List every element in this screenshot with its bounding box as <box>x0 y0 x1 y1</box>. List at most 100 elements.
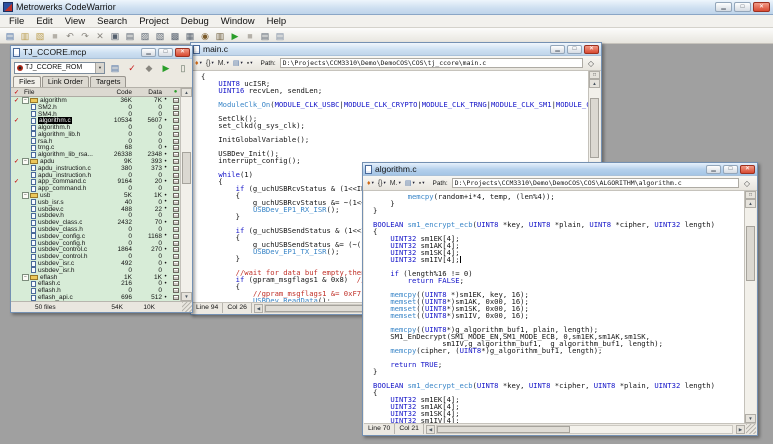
marker-diamond-icon[interactable]: ◇ <box>741 179 753 188</box>
scroll-up-button[interactable]: ▲ <box>181 88 192 97</box>
compile-icon[interactable]: ▨ <box>139 30 151 42</box>
minimize-button[interactable]: ▁ <box>715 2 732 12</box>
markers-menu[interactable]: M.▾ <box>390 180 401 187</box>
scrollbar-thumb[interactable] <box>182 152 191 184</box>
editor-window-titlebar[interactable]: algorithm.c ▁□✕ <box>363 163 757 176</box>
menu-search[interactable]: Search <box>91 16 133 27</box>
project-icon[interactable]: ▥ <box>214 30 226 42</box>
save-icon[interactable]: ■ <box>49 30 61 42</box>
scroll-down-button[interactable]: ▼ <box>181 292 192 301</box>
close-button[interactable]: ✕ <box>753 2 770 12</box>
resize-grip[interactable] <box>182 302 192 312</box>
copy-icon[interactable]: ▣ <box>109 30 121 42</box>
tab-files[interactable]: Files <box>13 76 41 87</box>
make-icon[interactable]: ◆ <box>143 62 155 74</box>
line-indicator[interactable]: Line 94 <box>192 303 223 313</box>
close-button[interactable]: ✕ <box>584 45 599 54</box>
scroll-left-button[interactable]: ◀ <box>426 425 435 434</box>
checkmark-icon: ✓ <box>11 158 22 165</box>
maximize-button[interactable]: □ <box>734 2 751 12</box>
undo-icon[interactable]: ↶ <box>64 30 76 42</box>
chevron-down-icon: ▾ <box>412 180 414 186</box>
target-dropdown[interactable]: TJ_CCORE_ROM ▼ <box>14 62 105 74</box>
debug-chip-icon[interactable]: ▯ <box>177 62 189 74</box>
menu-edit[interactable]: Edit <box>30 16 58 27</box>
close-button[interactable]: ✕ <box>740 165 755 174</box>
menu-help[interactable]: Help <box>261 16 293 27</box>
tab-targets[interactable]: Targets <box>90 76 127 87</box>
app-titlebar[interactable]: Metrowerks CodeWarrior ▁□✕ <box>0 0 773 15</box>
menu-project[interactable]: Project <box>133 16 175 27</box>
sync-target-icon[interactable]: ▤ <box>109 62 121 74</box>
minimize-button[interactable]: ▁ <box>141 48 156 57</box>
vertical-scrollbar[interactable]: ▲ ▼ <box>180 88 192 301</box>
tab-link-order[interactable]: Link Order <box>42 76 89 87</box>
menu-view[interactable]: View <box>59 16 91 27</box>
open-file-icon[interactable]: ▥ <box>19 30 31 42</box>
check-syntax-icon[interactable]: ✓ <box>126 62 138 74</box>
scrollbar-thumb[interactable] <box>590 98 599 158</box>
new-file-icon[interactable]: ▤ <box>4 30 16 42</box>
redo-icon[interactable]: ↷ <box>79 30 91 42</box>
project-window-titlebar[interactable]: TJ_CCORE.mcp ▁□✕ <box>11 46 192 59</box>
touch-dot-icon: • <box>162 247 169 253</box>
scroll-left-button[interactable]: ◀ <box>254 304 263 313</box>
run-icon[interactable]: ▶ <box>160 62 172 74</box>
table-row[interactable]: eflash_api.c696512• <box>11 294 182 301</box>
marker-diamond-icon[interactable]: ◇ <box>585 59 597 68</box>
vertical-scrollbar[interactable]: □ ▲ ▼ <box>744 191 756 423</box>
run-icon[interactable]: ▶ <box>229 30 241 42</box>
minimize-button[interactable]: ▁ <box>706 165 721 174</box>
make-icon[interactable]: ▩ <box>169 30 181 42</box>
menu-file[interactable]: File <box>3 16 30 27</box>
split-pane-button[interactable]: □ <box>745 191 756 199</box>
horizontal-scrollbar[interactable] <box>436 425 733 434</box>
functions-menu[interactable]: ♦▾ <box>195 60 202 67</box>
split-pane-button[interactable]: □ <box>589 71 600 79</box>
stop-icon[interactable]: ■ <box>244 30 256 42</box>
file-menu[interactable]: ▤▾ <box>405 179 415 187</box>
braces-menu[interactable]: {}▾ <box>378 180 386 187</box>
touch-dot-icon: • <box>162 165 169 171</box>
braces-menu[interactable]: {}▾ <box>206 60 214 67</box>
scroll-up-button[interactable]: ▲ <box>589 79 600 88</box>
check-syntax-icon[interactable]: ▧ <box>154 30 166 42</box>
scroll-up-button[interactable]: ▲ <box>745 199 756 208</box>
debug-window-icon[interactable]: ▦ <box>184 30 196 42</box>
menu-debug[interactable]: Debug <box>175 16 215 27</box>
version-menu[interactable]: ▪▾ <box>247 60 253 67</box>
maximize-button[interactable]: □ <box>158 48 173 57</box>
header-data[interactable]: Data <box>132 89 162 96</box>
menu-window[interactable]: Window <box>215 16 261 27</box>
scrollbar-thumb[interactable] <box>437 426 570 433</box>
paste-icon[interactable]: ▤ <box>124 30 136 42</box>
source-file-icon[interactable]: ▤ <box>259 30 271 42</box>
minimize-button[interactable]: ▁ <box>550 45 565 54</box>
scrollbar-track[interactable] <box>181 97 192 292</box>
resize-grip[interactable] <box>746 424 756 434</box>
settings-icon[interactable]: ◉ <box>199 30 211 42</box>
chevron-down-icon[interactable]: ▼ <box>95 63 104 73</box>
header-file-icon[interactable]: ▤ <box>274 30 286 42</box>
scroll-down-button[interactable]: ▼ <box>745 414 756 423</box>
header-file[interactable]: File <box>22 89 98 96</box>
line-indicator[interactable]: Line 70 <box>364 424 395 434</box>
maximize-button[interactable]: □ <box>567 45 582 54</box>
header-check-icon[interactable]: ✓ <box>11 89 22 96</box>
code-line: InitGlobalVariable(); <box>201 136 600 143</box>
file-table-header: ✓ File Code Data ● <box>11 88 182 97</box>
editor-window-titlebar[interactable]: main.c ▁□✕ <box>191 43 601 56</box>
scrollbar-track[interactable] <box>745 208 756 414</box>
scroll-right-button[interactable]: ▶ <box>736 425 745 434</box>
functions-menu[interactable]: ♦▾ <box>367 180 374 187</box>
markers-menu[interactable]: M.▾ <box>218 60 229 67</box>
code-area[interactable]: memcpy(random+i*4, temp, (len%4)); }} BO… <box>373 193 715 423</box>
cut-icon[interactable]: ✕ <box>94 30 106 42</box>
version-menu[interactable]: ▪▾ <box>419 180 425 187</box>
header-code[interactable]: Code <box>98 89 132 96</box>
close-button[interactable]: ✕ <box>175 48 190 57</box>
file-menu[interactable]: ▤▾ <box>233 59 243 67</box>
open-folder-icon[interactable]: ▧ <box>34 30 46 42</box>
scrollbar-thumb[interactable] <box>746 226 755 281</box>
maximize-button[interactable]: □ <box>723 165 738 174</box>
